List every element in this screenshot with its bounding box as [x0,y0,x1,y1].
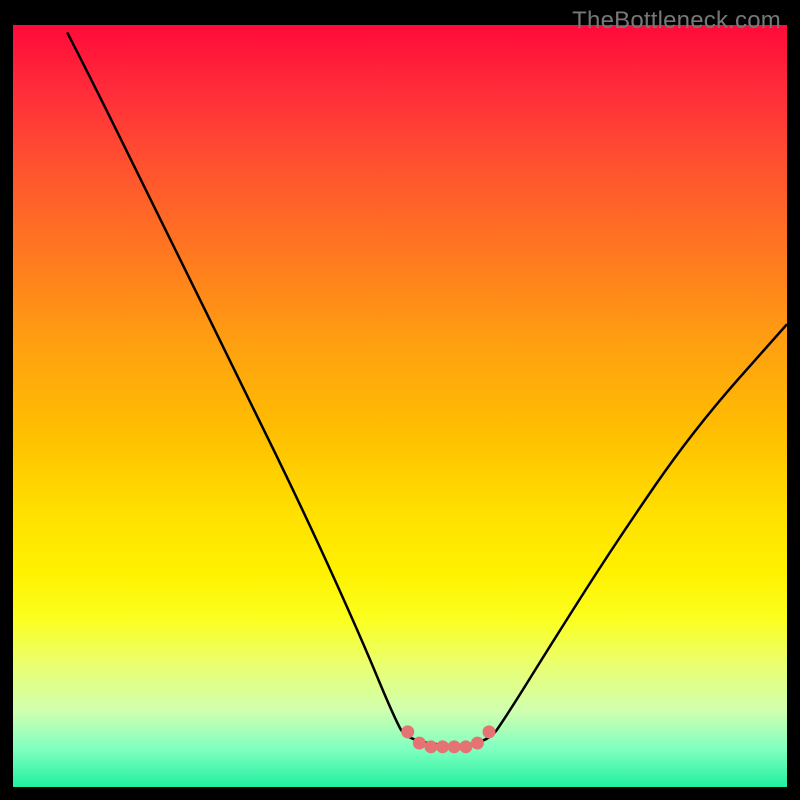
valley-marker [401,725,414,738]
chart-frame: TheBottleneck.com [13,13,787,787]
bottleneck-curve [13,13,787,787]
valley-marker [424,740,437,753]
valley-marker [448,740,461,753]
valley-markers [401,725,495,753]
valley-marker [436,740,449,753]
valley-marker [483,725,496,738]
curve-path [67,32,787,745]
valley-marker [459,740,472,753]
valley-marker [471,737,484,750]
valley-marker [413,737,426,750]
